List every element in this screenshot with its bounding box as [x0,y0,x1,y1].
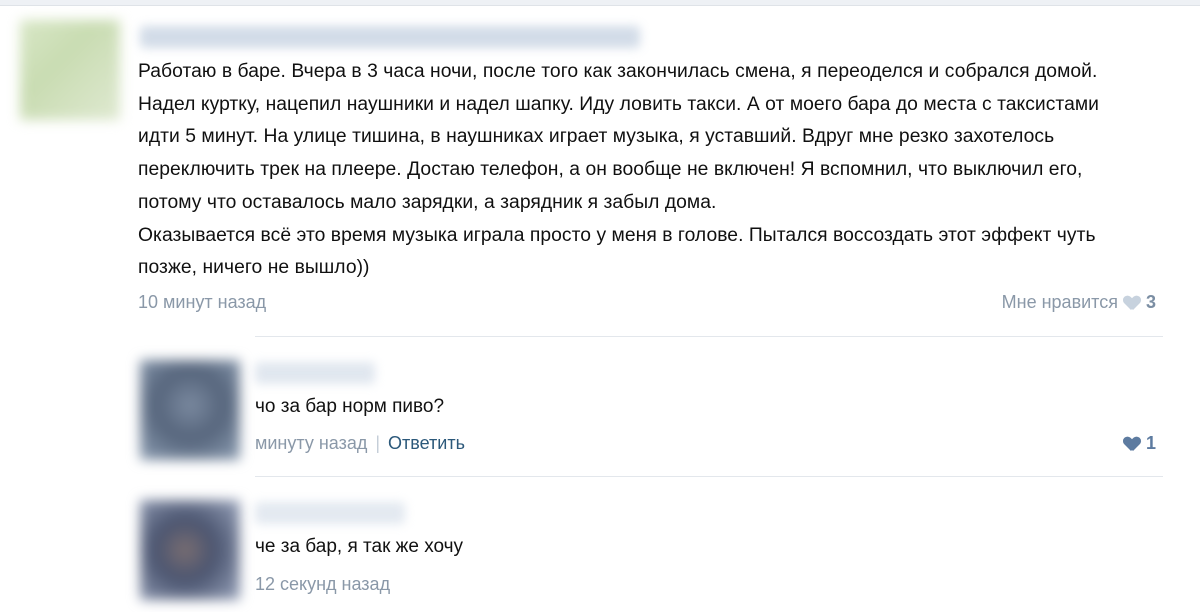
reply-link[interactable]: Ответить [388,433,465,454]
post-author-name-redacted [140,26,640,48]
meta-separator: | [375,433,381,453]
comment-author-avatar[interactable] [140,500,240,600]
comment-text: чо за бар норм пиво? [255,396,445,417]
comment-timestamp[interactable]: минуту назад [255,433,367,454]
heart-icon [1124,437,1140,451]
post-text-line: позже, ничего не вышло)) [138,257,370,279]
post-timestamp[interactable]: 10 минут назад [138,292,266,313]
post-author-avatar[interactable] [20,20,120,120]
comment-like-count: 1 [1145,433,1156,453]
post-text-line: Оказывается всё это время музыка играла … [138,224,1096,246]
post-text: Работаю в баре. Вчера в 3 часа ночи, пос… [138,56,1168,285]
comment-divider [255,476,1163,477]
comment-text: че за бар, я так же хочу [255,536,464,557]
post-text-line: идти 5 минут. На улице тишина, в наушник… [138,126,1055,148]
comment-author-name-redacted [255,362,375,384]
comment-timestamp[interactable]: 12 секунд назад [255,574,390,595]
comment-meta: минуту назад | Ответить [255,433,465,454]
comment-divider [255,336,1163,337]
comment-meta: 12 секунд назад [255,574,390,595]
heart-icon [1124,296,1140,310]
post-text-line: Надел куртку, нацепил наушники и надел ш… [138,93,1099,115]
comment-author-name-redacted [255,502,405,524]
post-text-line: переключить трек на плеере. Достаю телеф… [138,159,1083,181]
comment-like-button[interactable]: 1 [1124,433,1156,454]
post-like-button[interactable]: Мне нравится 3 [1002,292,1156,313]
post-text-line: Работаю в баре. Вчера в 3 часа ночи, пос… [138,61,1098,82]
top-border [0,0,1200,6]
post-like-label: Мне нравится [1001,292,1118,312]
post-text-line: потому что оставалось мало зарядки, а за… [138,191,717,213]
comment-author-avatar[interactable] [140,360,240,460]
post-like-count: 3 [1145,292,1156,312]
